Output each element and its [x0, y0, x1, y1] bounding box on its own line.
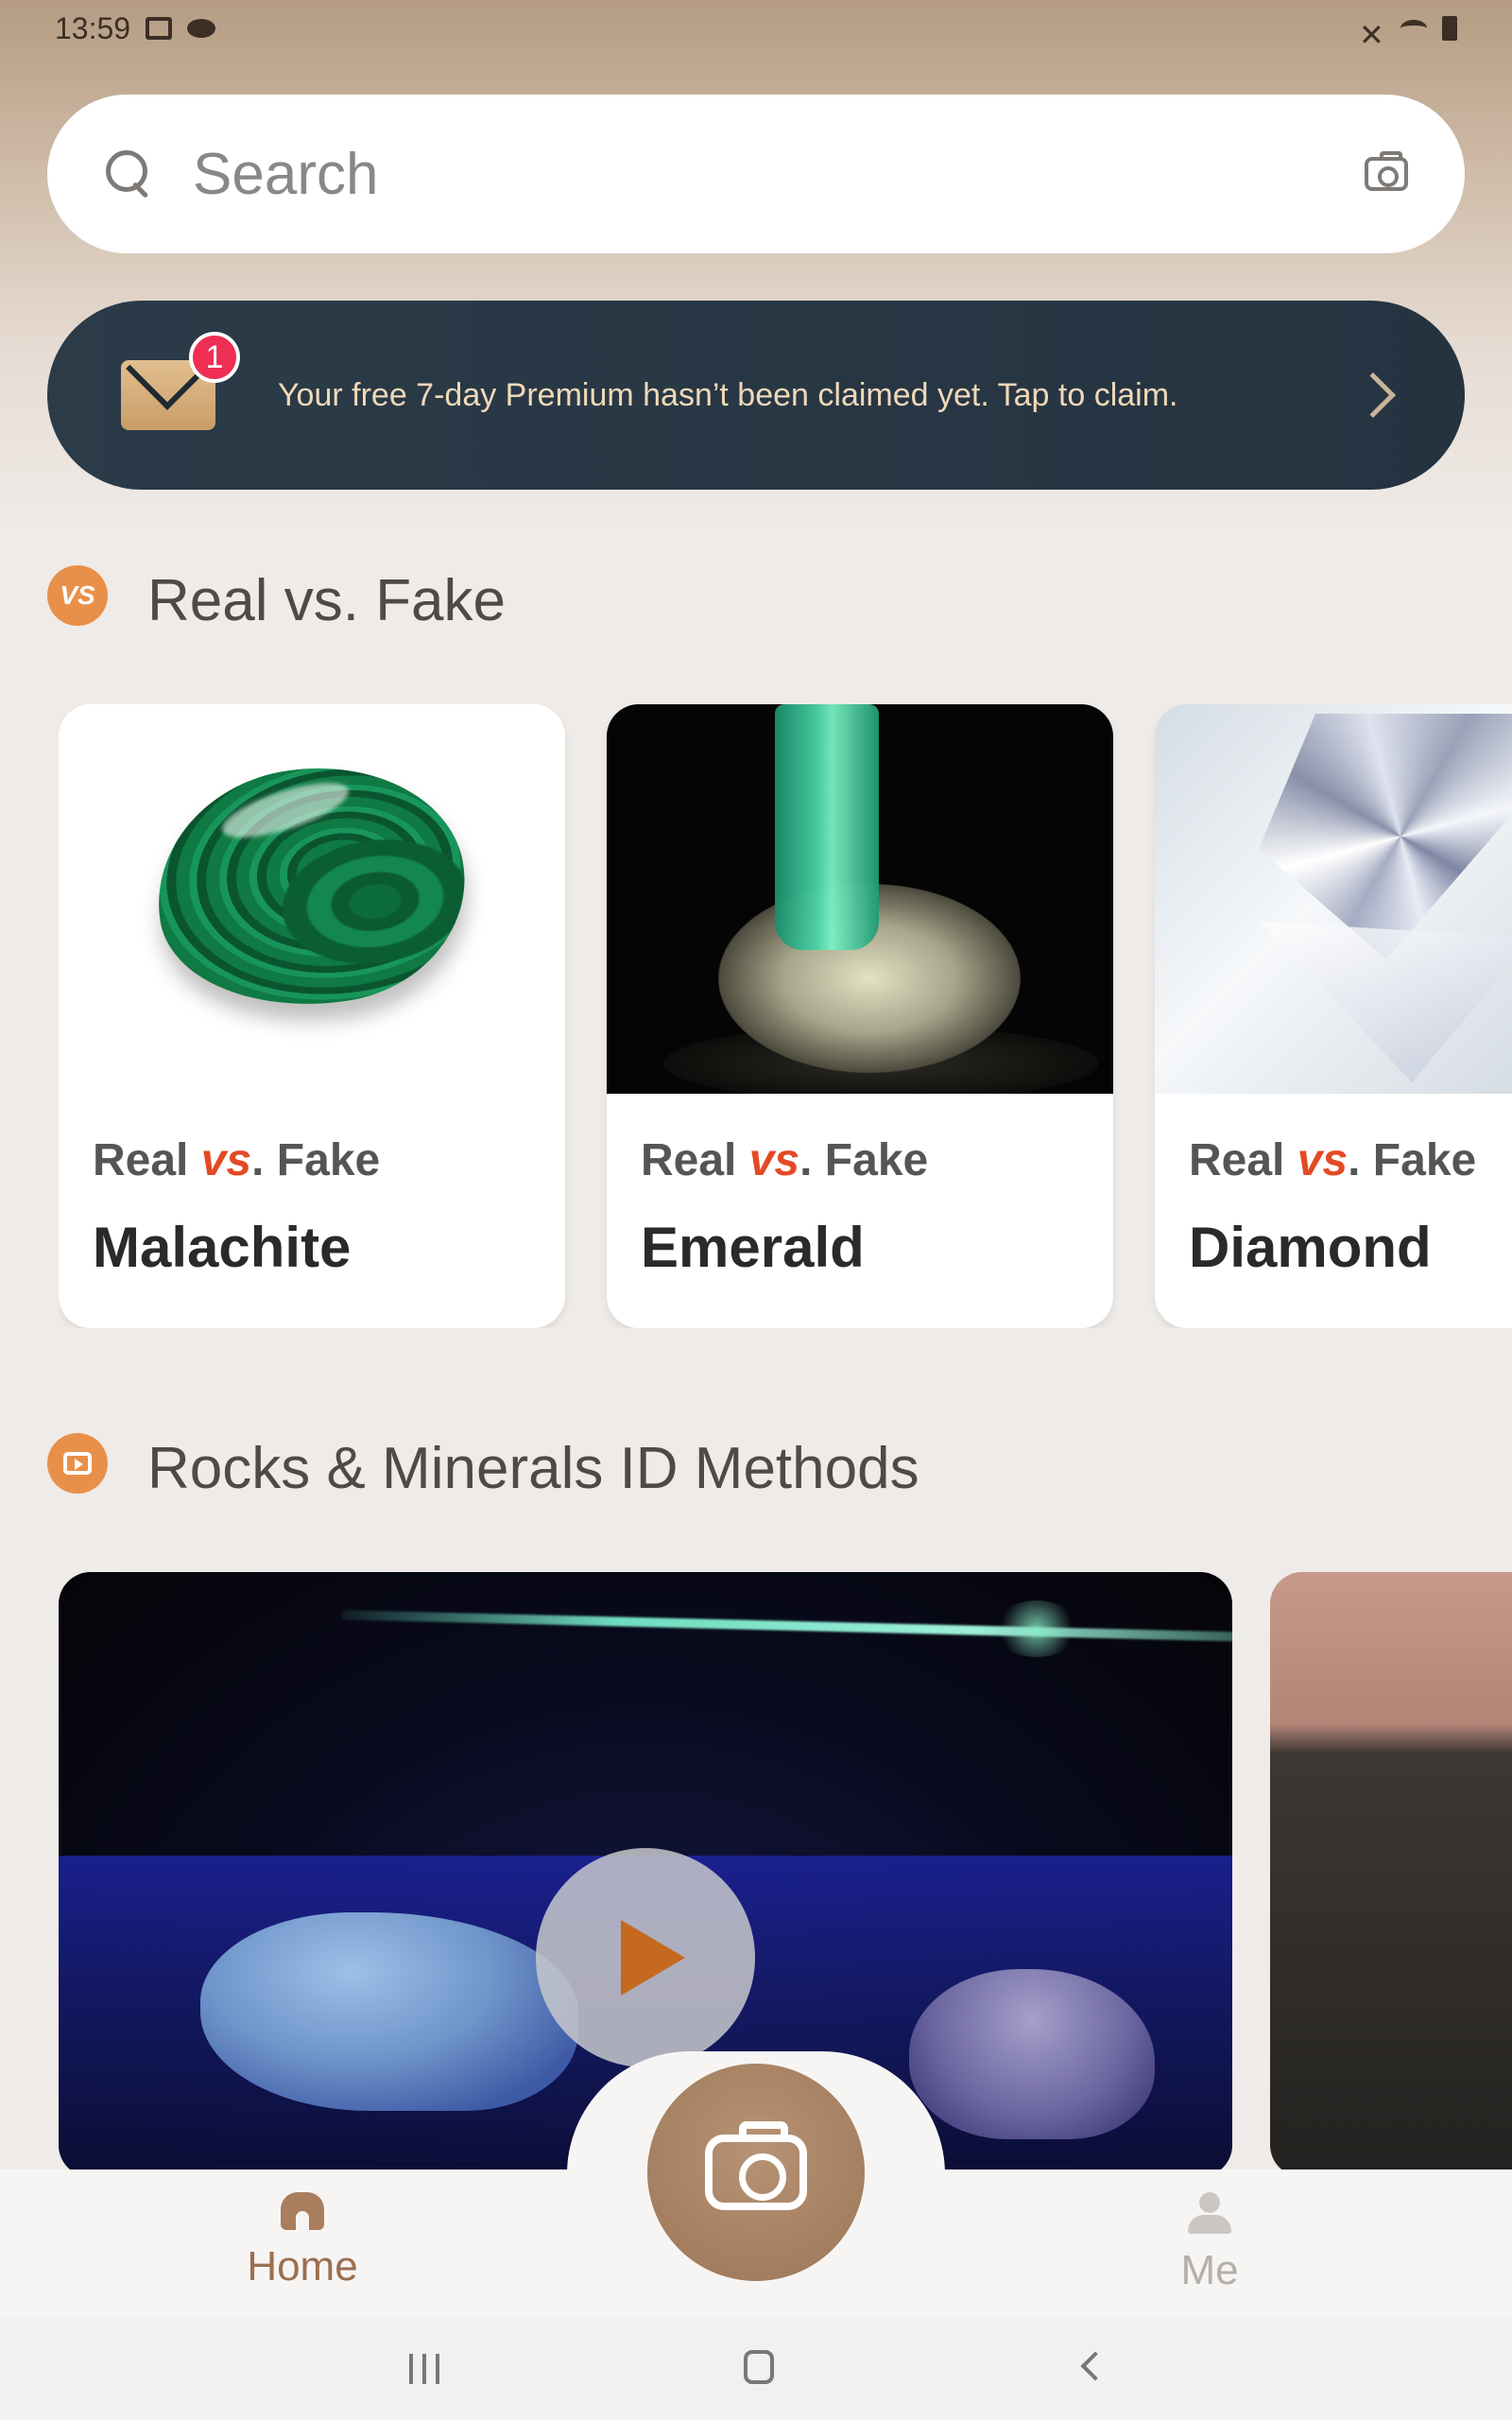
play-button[interactable] [536, 1848, 755, 2067]
emerald-image [607, 704, 1113, 1094]
diamond-image [1155, 704, 1512, 1094]
nav-me-label: Me [1180, 2247, 1239, 2293]
image-icon [146, 17, 173, 40]
status-time: 13:59 [55, 10, 131, 45]
home-icon [281, 2192, 324, 2230]
search-bar[interactable] [47, 95, 1465, 253]
back-icon[interactable] [1080, 2351, 1110, 2381]
mail-icon-wrap: 1 [121, 332, 240, 430]
camera-icon [705, 2121, 807, 2210]
section-header-real-vs-fake: VS Real vs. Fake [47, 564, 507, 634]
chevron-right-icon [1349, 372, 1397, 419]
card-subtitle: Real vs. Fake [1189, 1135, 1477, 1185]
nav-home[interactable]: Home [217, 2192, 387, 2306]
card-emerald[interactable]: Real vs. Fake Emerald [607, 704, 1113, 1328]
notification-badge: 1 [189, 332, 240, 383]
promo-text: Your free 7-day Premium hasn’t been clai… [278, 376, 1178, 413]
card-subtitle: Real vs. Fake [641, 1135, 929, 1185]
status-right: ✕ [1359, 16, 1457, 52]
status-left: 13:59 [55, 10, 216, 46]
card-title: Malachite [93, 1216, 352, 1279]
nav-home-label: Home [247, 2243, 358, 2290]
premium-claim-banner[interactable]: 1 Your free 7-day Premium hasn’t been cl… [47, 301, 1465, 490]
person-icon [1186, 2192, 1233, 2234]
card-malachite[interactable]: Real vs. Fake Malachite [59, 704, 565, 1328]
section-title: Rocks & Minerals ID Methods [147, 1436, 919, 1501]
card-title: Diamond [1189, 1216, 1432, 1279]
play-icon [621, 1920, 685, 1996]
nav-me[interactable]: Me [1125, 2192, 1295, 2306]
card-subtitle: Real vs. Fake [93, 1135, 381, 1185]
mute-icon: ✕ [1359, 18, 1384, 52]
recents-icon[interactable] [409, 2354, 443, 2384]
section-header-id-methods: Rocks & Minerals ID Methods [47, 1432, 919, 1502]
card-diamond[interactable]: Real vs. Fake Diamond [1155, 704, 1512, 1328]
malachite-image [59, 704, 565, 1094]
search-icon [104, 148, 155, 199]
battery-icon [1442, 16, 1457, 41]
real-vs-fake-carousel[interactable]: Real vs. Fake Malachite Real vs. Fake Em… [59, 704, 1512, 1328]
wifi-icon [1400, 20, 1427, 37]
cloud-icon [187, 19, 216, 38]
video-card[interactable] [1270, 1572, 1512, 2177]
search-input[interactable] [193, 140, 1365, 208]
system-nav-bar [0, 2316, 1512, 2420]
card-title: Emerald [641, 1216, 865, 1279]
status-bar: 13:59 ✕ [0, 0, 1512, 57]
video-icon [47, 1432, 108, 1494]
section-title: Real vs. Fake [147, 568, 507, 633]
home-button-icon[interactable] [744, 2350, 774, 2384]
vs-icon: VS [47, 564, 108, 626]
identify-camera-button[interactable] [647, 2064, 865, 2281]
camera-icon[interactable] [1365, 151, 1408, 191]
